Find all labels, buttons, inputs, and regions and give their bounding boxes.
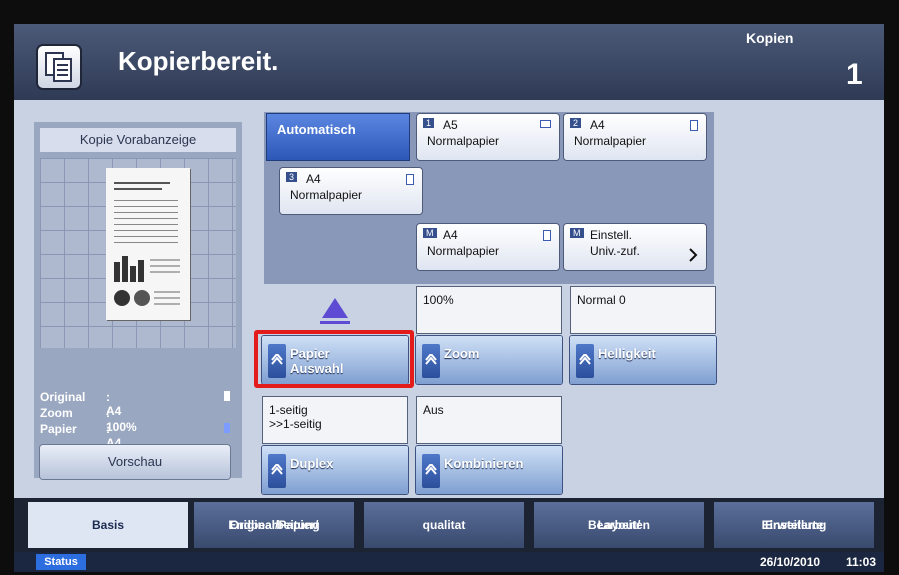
combine-value-box: Aus <box>416 396 562 444</box>
tray-number: 1 <box>423 118 435 128</box>
function-tabs: Basis Original/Papier/Endbearbeitung qua… <box>14 498 884 552</box>
combine-card: Aus Kombinieren <box>416 396 562 494</box>
auto-paper-label: Automatisch <box>277 122 356 137</box>
time-display: 11:03 <box>846 555 877 569</box>
tab-line2: Einstellung <box>761 518 827 532</box>
tray-size: A4 <box>443 228 458 242</box>
mp-settings-line2: Univ.-zuf. <box>590 244 640 258</box>
copy-mode-icon <box>38 46 80 88</box>
tab-quality[interactable]: qualitat <box>364 502 524 548</box>
zoom-current-value: 100% <box>423 293 454 307</box>
copy-preview-panel: Kopie Vorabanzeige Original: A4 Zoom: … <box>34 122 242 479</box>
density-button-label: Helligkeit <box>598 346 656 361</box>
duplex-card: 1-seitig >>1-seitig Duplex <box>262 396 408 494</box>
tray-1-button[interactable]: 1 A5 Normalpapier <box>417 114 559 160</box>
document-chart-icon <box>114 256 180 306</box>
combine-button-label: Kombinieren <box>444 456 524 471</box>
zoom-button-label: Zoom <box>444 346 480 361</box>
preview-button[interactable]: Vorschau <box>40 445 230 479</box>
copies-count: 1 <box>846 58 863 91</box>
portrait-paper-icon <box>543 230 551 241</box>
zoom-button[interactable]: Zoom <box>416 336 562 384</box>
mp-settings-button[interactable]: M Einstell. Univ.-zuf. <box>564 224 706 270</box>
paper-select-highlight <box>254 330 414 388</box>
preview-title: Kopie Vorabanzeige <box>40 128 236 152</box>
copies-label: Kopien <box>746 30 794 46</box>
zoom-label: Zoom <box>40 406 73 420</box>
tray-paper-type: Normalpapier <box>427 134 500 148</box>
density-value-box: Normal 0 <box>570 286 716 334</box>
duplex-button[interactable]: Duplex <box>262 446 408 494</box>
tab-layout[interactable]: Layout/Bearbeiten <box>534 502 704 548</box>
auto-paper-button[interactable]: Automatisch <box>267 114 409 160</box>
tab-label: Original/Papier/Endbearbeitung <box>194 510 354 532</box>
date-display: 26/10/2010 <box>760 555 821 569</box>
chevron-up-icon <box>422 344 440 378</box>
original-label: Original <box>40 390 86 404</box>
tab-line1: Basis <box>91 518 125 532</box>
tray-number: M <box>423 228 437 238</box>
chevron-up-icon <box>422 454 440 488</box>
density-card: Normal 0 Helligkeit <box>570 286 716 384</box>
status-button[interactable]: Status <box>36 554 86 570</box>
mp-settings-line1: Einstell. <box>590 228 633 242</box>
tray-size: A4 <box>306 172 321 186</box>
chevron-up-icon <box>268 454 286 488</box>
density-button[interactable]: Helligkeit <box>570 336 716 384</box>
paper-portrait-icon <box>224 423 230 433</box>
combine-current-value: Aus <box>423 403 444 417</box>
tray-number: 2 <box>570 118 582 128</box>
zoom-card: 100% Zoom <box>416 286 562 384</box>
density-current-value: Normal 0 <box>577 293 626 307</box>
duplex-current-value: 1-seitig >>1-seitig <box>269 403 322 431</box>
tray-3-button[interactable]: 3 A4 Normalpapier <box>280 168 422 214</box>
mp-tray-button[interactable]: M A4 Normalpapier <box>417 224 559 270</box>
landscape-paper-icon <box>540 120 551 128</box>
tab-line2: Endbearbeitung <box>228 518 320 532</box>
portrait-paper-icon <box>690 120 698 131</box>
portrait-icon <box>224 391 230 401</box>
zoom-value-box: 100% <box>416 286 562 334</box>
tray-paper-type: Normalpapier <box>427 244 500 258</box>
tab-label: Layout/Bearbeiten <box>534 510 704 532</box>
chevron-right-icon <box>689 248 698 262</box>
paper-label: Papier <box>40 422 77 436</box>
paper-source-panel: Automatisch 1 A5 Normalpapier 2 A4 Norma… <box>264 112 714 284</box>
tray-size: A5 <box>443 118 458 132</box>
duplex-value-box: 1-seitig >>1-seitig <box>262 396 408 444</box>
tray-2-button[interactable]: 2 A4 Normalpapier <box>564 114 706 160</box>
tab-advanced[interactable]: Erweiterte Einstellung <box>714 502 874 548</box>
portrait-paper-icon <box>406 174 414 185</box>
copier-screen: Kopierbereit. Kopien 1 Kopie Vorabanzeig… <box>14 24 884 572</box>
tab-line1: qualitat <box>422 518 466 532</box>
tab-original-paper[interactable]: Original/Papier/Endbearbeitung <box>194 502 354 548</box>
tab-line2: Bearbeiten <box>587 518 651 532</box>
tray-paper-type: Normalpapier <box>290 188 363 202</box>
tray-number: M <box>570 228 584 238</box>
duplex-value-line2: >>1-seitig <box>269 417 322 431</box>
tab-label: Erweiterte Einstellung <box>714 510 874 532</box>
page-title: Kopierbereit. <box>118 46 279 76</box>
duplex-value-line1: 1-seitig <box>269 403 308 417</box>
duplex-button-label: Duplex <box>290 456 334 471</box>
combine-button[interactable]: Kombinieren <box>416 446 562 494</box>
tray-number: 3 <box>286 172 298 182</box>
chevron-up-icon <box>576 344 594 378</box>
header: Kopierbereit. Kopien 1 <box>14 24 884 100</box>
tab-basis[interactable]: Basis <box>28 502 188 548</box>
status-bar: Status 26/10/2010 11:03 <box>14 552 884 572</box>
tray-paper-type: Normalpapier <box>574 134 647 148</box>
tray-size: A4 <box>590 118 605 132</box>
document-thumbnail <box>106 168 190 320</box>
